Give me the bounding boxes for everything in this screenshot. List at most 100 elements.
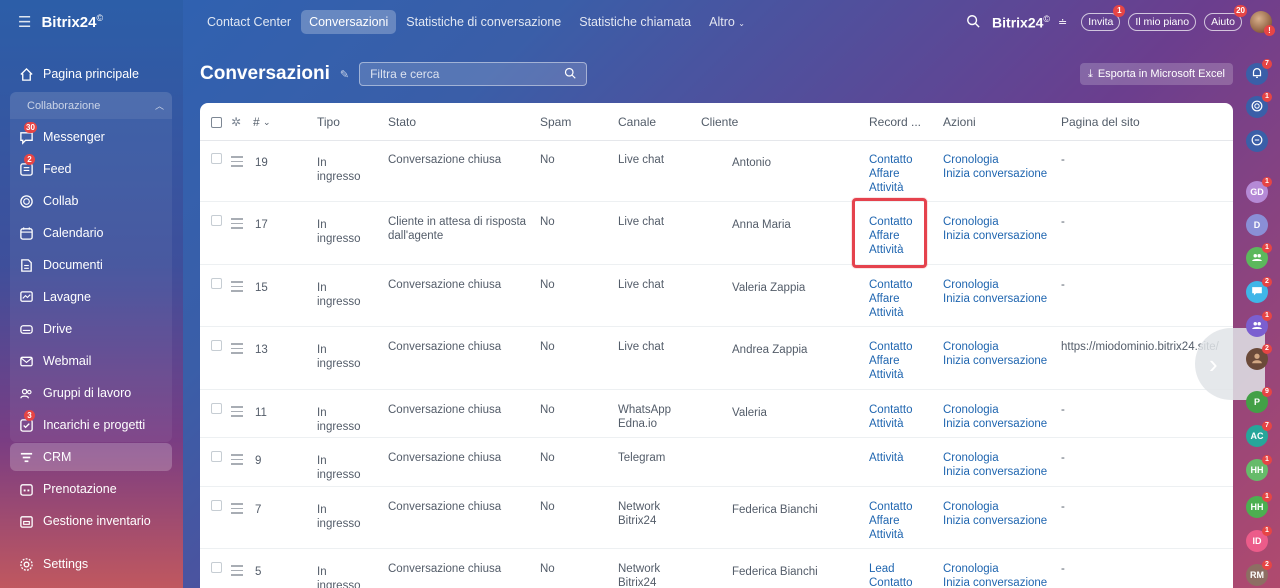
action-link[interactable]: Inizia conversazione	[943, 229, 1047, 243]
table-row[interactable]: 13 In ingresso Conversazione chiusa No Live c…	[200, 327, 1233, 390]
user-avatar[interactable]: !	[1250, 11, 1275, 36]
rightbar-avatar-rm[interactable]: RM 2	[1246, 560, 1272, 586]
search-icon[interactable]	[966, 14, 980, 31]
action-link[interactable]: Cronologia	[943, 562, 1047, 576]
action-link[interactable]: Cronologia	[943, 500, 1047, 514]
drag-handle-icon[interactable]	[231, 565, 243, 579]
table-row[interactable]: 5 In ingresso Conversazione chiusa No Network…	[200, 549, 1233, 588]
record-link[interactable]: Affare	[869, 292, 912, 306]
table-row[interactable]: 19 In ingresso Conversazione chiusa No Live c…	[200, 140, 1233, 202]
rightbar-avatar-hh[interactable]: HH 1	[1246, 455, 1272, 481]
row-checkbox[interactable]	[211, 403, 222, 414]
filter-search-icon[interactable]	[564, 67, 576, 82]
tab-statistiche-conversazione[interactable]: Statistiche di conversazione	[398, 10, 569, 34]
rightbar-avatar-gd[interactable]: GD 1	[1246, 177, 1272, 203]
my-plan-button[interactable]: Il mio piano	[1128, 13, 1197, 31]
row-checkbox[interactable]	[211, 153, 222, 164]
col-header-spam[interactable]: Spam	[540, 103, 571, 141]
record-link[interactable]: Affare	[869, 167, 912, 181]
record-link[interactable]: Attività	[869, 368, 912, 382]
rightbar-avatar-p[interactable]: P9	[1246, 387, 1272, 413]
record-link[interactable]: Attività	[869, 528, 912, 542]
rightbar-chat-button[interactable]: 2	[1246, 277, 1272, 303]
table-row[interactable]: 7 In ingresso Conversazione chiusa No Network…	[200, 487, 1233, 549]
sidebar-item-gruppi-di-lavoro[interactable]: Gruppi di lavoro	[10, 379, 172, 407]
action-link[interactable]: Cronologia	[943, 153, 1047, 167]
sidebar-item-gestione-inventario[interactable]: Gestione inventario	[10, 507, 172, 535]
tab-conversazioni[interactable]: Conversazioni	[301, 10, 397, 34]
col-header-cliente[interactable]: Cliente	[701, 103, 738, 141]
sidebar-item-lavagne[interactable]: Lavagne	[10, 283, 172, 311]
tab-statistiche-chiamata[interactable]: Statistiche chiamata	[571, 10, 699, 34]
rightbar-avatar-hh[interactable]: HH 1	[1246, 492, 1272, 518]
action-link[interactable]: Cronologia	[943, 278, 1047, 292]
record-link[interactable]: Attività	[869, 417, 912, 431]
sidebar-item-collab[interactable]: Collab	[10, 187, 172, 215]
record-link[interactable]: Contatto	[869, 576, 912, 588]
rightbar-group-chat-button[interactable]: 1	[1246, 311, 1272, 337]
rightbar-group-chat-button[interactable]: 1	[1246, 243, 1272, 269]
tab-altro[interactable]: Altro ⌄	[701, 10, 753, 34]
sidebar-item-webmail[interactable]: Webmail	[10, 347, 172, 375]
action-link[interactable]: Cronologia	[943, 340, 1047, 354]
row-checkbox[interactable]	[211, 500, 222, 511]
action-link[interactable]: Inizia conversazione	[943, 292, 1047, 306]
select-all-checkbox[interactable]	[211, 117, 222, 128]
rightbar-bell-button[interactable]: 7	[1246, 59, 1272, 85]
row-checkbox[interactable]	[211, 215, 222, 226]
rightbar-avatar-ac[interactable]: AC 7	[1246, 421, 1272, 447]
action-link[interactable]: Inizia conversazione	[943, 514, 1047, 528]
rightbar-avatar-id[interactable]: ID 1	[1246, 526, 1272, 552]
col-header-record[interactable]: Record ...	[869, 103, 921, 141]
chevron-up-icon[interactable]: ︿	[155, 99, 164, 112]
col-header-tipo[interactable]: Tipo	[317, 103, 340, 141]
rightbar-avatar-d[interactable]: D	[1246, 214, 1268, 236]
sidebar-item-drive[interactable]: Drive	[10, 315, 172, 343]
filter-search-input[interactable]: Filtra e cerca	[359, 62, 588, 86]
row-checkbox[interactable]	[211, 340, 222, 351]
action-link[interactable]: Inizia conversazione	[943, 465, 1047, 479]
sidebar-item-pagina-principale[interactable]: Pagina principale	[10, 60, 172, 88]
action-link[interactable]: Inizia conversazione	[943, 576, 1047, 588]
action-link[interactable]: Cronologia	[943, 451, 1047, 465]
table-row[interactable]: 11 In ingresso Conversazione chiusa No WhatsA…	[200, 390, 1233, 438]
sidebar-section-collaborazione[interactable]: Collaborazione ︿	[10, 92, 172, 123]
help-button[interactable]: Aiuto 20	[1204, 5, 1247, 31]
col-header-stato[interactable]: Stato	[388, 103, 416, 141]
drag-handle-icon[interactable]	[231, 454, 243, 468]
record-link[interactable]: Attività	[869, 451, 904, 465]
sidebar-item-prenotazione[interactable]: Prenotazione	[10, 475, 172, 503]
col-header-azioni[interactable]: Azioni	[943, 103, 976, 141]
action-link[interactable]: Inizia conversazione	[943, 354, 1047, 368]
record-link[interactable]: Attività	[869, 181, 912, 195]
rightbar-copilot-button[interactable]: 1	[1246, 92, 1272, 118]
record-link[interactable]: Contatto	[869, 340, 912, 354]
gear-icon[interactable]: ✲	[231, 115, 241, 129]
col-header-canale[interactable]: Canale	[618, 103, 656, 141]
rightbar-photo-avatar-button[interactable]: 2	[1246, 344, 1272, 370]
record-link[interactable]: Affare	[869, 354, 912, 368]
drag-handle-icon[interactable]	[231, 156, 243, 170]
tab-contact-center[interactable]: Contact Center	[199, 10, 299, 34]
action-link[interactable]: Cronologia	[943, 403, 1047, 417]
drag-handle-icon[interactable]	[231, 503, 243, 517]
sidebar-item-crm[interactable]: CRM	[10, 443, 172, 471]
sidebar-item-feed[interactable]: 2 Feed	[10, 154, 172, 183]
col-header-num[interactable]: # ⌄	[253, 103, 271, 141]
row-checkbox[interactable]	[211, 451, 222, 462]
invite-button[interactable]: Invita 1	[1081, 5, 1126, 31]
record-link[interactable]: Contatto	[869, 403, 912, 417]
table-row[interactable]: 15 In ingresso Conversazione chiusa No Live c…	[200, 265, 1233, 327]
pin-icon[interactable]: ✎	[340, 68, 349, 81]
record-link[interactable]: Lead	[869, 562, 912, 576]
drag-handle-icon[interactable]	[231, 406, 243, 420]
row-checkbox[interactable]	[211, 278, 222, 289]
action-link[interactable]: Inizia conversazione	[943, 417, 1047, 431]
brand-logo[interactable]: Bitrix24©	[41, 13, 103, 31]
record-link[interactable]: Contatto	[869, 153, 912, 167]
record-link[interactable]: Affare	[869, 514, 912, 528]
record-link[interactable]: Attività	[869, 306, 912, 320]
sidebar-item-calendario[interactable]: Calendario	[10, 219, 172, 247]
table-row[interactable]: 9 In ingresso Conversazione chiusa No Telegra…	[200, 438, 1233, 487]
table-row[interactable]: 17 In ingresso Cliente in attesa di rispost…	[200, 202, 1233, 265]
